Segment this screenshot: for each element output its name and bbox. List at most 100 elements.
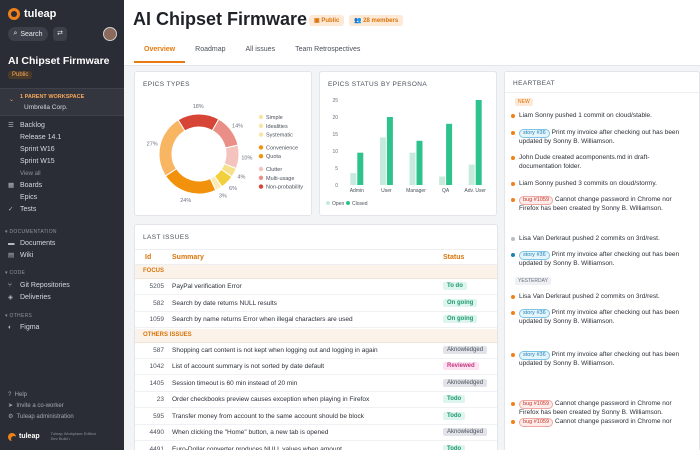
- tab-roadmap[interactable]: Roadmap: [185, 43, 235, 63]
- artifact-chip[interactable]: story #36: [519, 309, 550, 318]
- timeline-dot-icon: [511, 402, 515, 406]
- table-row[interactable]: 4490 When clicking the "Home" button, a n…: [135, 425, 497, 441]
- issue-id[interactable]: 582: [153, 300, 164, 307]
- tab-overview[interactable]: Overview: [134, 43, 186, 63]
- heartbeat-entry[interactable]: bug #1059 Cannot change password in Chrom…: [519, 418, 691, 427]
- table-row[interactable]: 5205 PayPal verification Error To do: [135, 279, 497, 295]
- issue-summary[interactable]: Transfer money from account to the same …: [172, 413, 364, 420]
- sidebar-item-tests[interactable]: ✓ Tests: [0, 204, 124, 216]
- issue-id[interactable]: 1042: [150, 363, 164, 370]
- y-tick-label: 25: [332, 98, 338, 104]
- sidebar-item-figma[interactable]: ◐ Figma: [0, 322, 124, 334]
- artifact-chip[interactable]: story #36: [519, 129, 550, 138]
- sidebar-item-deliveries[interactable]: ◈ Deliveries: [0, 292, 124, 304]
- artifact-chip[interactable]: story #36: [519, 251, 550, 260]
- search-icon: ⌕: [13, 30, 18, 37]
- donut-slice-multi-usage[interactable]: [164, 168, 217, 195]
- issue-summary[interactable]: Search by name returns Error when illega…: [172, 316, 353, 323]
- issue-id[interactable]: 1405: [150, 380, 164, 387]
- tab-all-issues[interactable]: All issues: [236, 43, 286, 63]
- table-row[interactable]: 1059 Search by name returns Error when il…: [135, 312, 497, 328]
- sidebar-item-label: Boards: [20, 182, 43, 189]
- bar-open-adv-user[interactable]: [468, 164, 475, 185]
- members-badge[interactable]: 👥 28 members: [349, 15, 404, 26]
- legend-label: Clutter: [266, 167, 282, 173]
- admin-link[interactable]: ⚙ Tuleap administration: [8, 412, 74, 423]
- issue-summary[interactable]: Session timeout is 60 min instead of 20 …: [172, 380, 297, 387]
- donut-slice-simple[interactable]: [177, 113, 220, 132]
- bar-closed-admin[interactable]: [357, 152, 364, 185]
- sidebar-item-epics[interactable]: Epics: [0, 192, 124, 204]
- invite-link[interactable]: ➤ Invite a co-worker: [8, 401, 74, 412]
- issue-id[interactable]: 5205: [150, 283, 164, 290]
- sidebar-item-backlog[interactable]: ☰ Backlog: [0, 120, 124, 132]
- heartbeat-entry[interactable]: story #36 Print my invoice after checking…: [519, 129, 691, 147]
- artifact-chip[interactable]: bug #1059: [519, 418, 553, 427]
- table-row[interactable]: 4491 Euro-Dollar converter produces NULL …: [135, 442, 497, 450]
- table-row[interactable]: 23 Order checkbooks preview causes except…: [135, 392, 497, 408]
- bar-closed-adv-user[interactable]: [475, 100, 482, 185]
- table-row[interactable]: 582 Search by date returns NULL results On…: [135, 296, 497, 312]
- avatar[interactable]: [103, 27, 117, 41]
- heartbeat-entry[interactable]: Lisa Van Derkraut pushed 2 commits on 3r…: [519, 293, 691, 302]
- tuleap-logo-icon: [8, 432, 17, 442]
- brand[interactable]: tuleap: [8, 8, 56, 20]
- sidebar-item-git-repositories[interactable]: ⑂ Git Repositories: [0, 280, 124, 292]
- heartbeat-entry[interactable]: story #36 Print my invoice after checking…: [519, 309, 691, 327]
- bar-open-admin[interactable]: [350, 173, 357, 185]
- bar-open-manager[interactable]: [409, 152, 416, 185]
- issue-summary[interactable]: PayPal verification Error: [172, 283, 242, 290]
- issue-id[interactable]: 23: [157, 396, 164, 403]
- heartbeat-text: Liam Sonny pushed 1 commit on cloud/stab…: [519, 112, 652, 119]
- artifact-chip[interactable]: story #36: [519, 351, 550, 360]
- bar-closed-manager[interactable]: [416, 140, 423, 185]
- bar-closed-qa[interactable]: [446, 123, 453, 185]
- col-id: Id: [145, 254, 152, 261]
- y-tick-label: 10: [332, 149, 338, 155]
- issue-summary[interactable]: Search by date returns NULL results: [172, 300, 277, 307]
- parent-workspace[interactable]: ⌄ 1 PARENT WORKSPACE Umbrella Corp.: [0, 88, 124, 116]
- bar-closed-user[interactable]: [386, 117, 393, 185]
- issue-id[interactable]: 4491: [150, 446, 164, 450]
- help-link[interactable]: ? Help: [8, 390, 74, 401]
- bar-open-qa[interactable]: [439, 176, 446, 186]
- table-row[interactable]: 1405 Session timeout is 60 min instead of…: [135, 376, 497, 392]
- status-badge: Todo: [443, 444, 466, 450]
- table-row[interactable]: 587 Shopping cart content is not kept whe…: [135, 343, 497, 359]
- artifact-chip[interactable]: bug #1059: [519, 400, 553, 409]
- issue-summary[interactable]: Euro-Dollar converter produces NULL valu…: [172, 446, 342, 450]
- issue-summary[interactable]: Shopping cart content is not kept when l…: [172, 347, 378, 354]
- bar-open-user[interactable]: [379, 137, 386, 185]
- section-others: ▾ OTHERS: [5, 313, 33, 319]
- sidebar-item-boards[interactable]: ▦ Boards: [0, 180, 124, 192]
- artifact-chip[interactable]: bug #1059: [519, 196, 553, 205]
- issue-summary[interactable]: List of account summary is not sorted by…: [172, 363, 324, 370]
- issue-id[interactable]: 4490: [150, 429, 164, 436]
- issue-summary[interactable]: When clicking the "Home" button, a new t…: [172, 429, 328, 436]
- heartbeat-entry[interactable]: Lisa Van Derkraut pushed 2 commits on 3r…: [519, 235, 691, 244]
- sidebar-item-documents[interactable]: ▬ Documents: [0, 238, 124, 250]
- issue-id[interactable]: 587: [153, 347, 164, 354]
- sidebar-item-sprint-w15[interactable]: Sprint W15: [0, 156, 124, 168]
- heartbeat-entry[interactable]: story #36 Print my invoice after checking…: [519, 251, 691, 269]
- heartbeat-entry[interactable]: Liam Sonny pushed 1 commit on cloud/stab…: [519, 112, 691, 121]
- sidebar-item-release-14-1[interactable]: Release 14.1: [0, 132, 124, 144]
- issue-summary[interactable]: Order checkbooks preview causes exceptio…: [172, 396, 369, 403]
- table-row[interactable]: 1042 List of account summary is not sorte…: [135, 359, 497, 375]
- sidebar-item-view-all[interactable]: View all: [0, 168, 124, 180]
- tab-team-retrospectives[interactable]: Team Retrospectives: [285, 43, 370, 63]
- sidebar-item-sprint-w16[interactable]: Sprint W16: [0, 144, 124, 156]
- table-row[interactable]: 595 Transfer money from account to the sa…: [135, 409, 497, 425]
- search-button[interactable]: ⌕ Search: [8, 27, 48, 41]
- issue-group-header: OTHERS ISSUES: [135, 328, 497, 343]
- heartbeat-entry[interactable]: John Dude created acomponents.md in draf…: [519, 154, 691, 171]
- heartbeat-entry[interactable]: bug #1059 Cannot change password in Chrom…: [519, 400, 691, 418]
- heartbeat-entry[interactable]: story #36 Print my invoice after checking…: [519, 351, 691, 369]
- switch-project-button[interactable]: ⇄: [53, 27, 67, 41]
- sidebar-item-wiki[interactable]: ▤ Wiki: [0, 250, 124, 262]
- heartbeat-entry[interactable]: Liam Sonny pushed 3 commits on cloud/sto…: [519, 180, 691, 189]
- donut-slice-non-probability[interactable]: [158, 119, 186, 177]
- heartbeat-entry[interactable]: bug #1059 Cannot change password in Chrom…: [519, 196, 691, 214]
- issue-id[interactable]: 1059: [150, 316, 164, 323]
- issue-id[interactable]: 595: [153, 413, 164, 420]
